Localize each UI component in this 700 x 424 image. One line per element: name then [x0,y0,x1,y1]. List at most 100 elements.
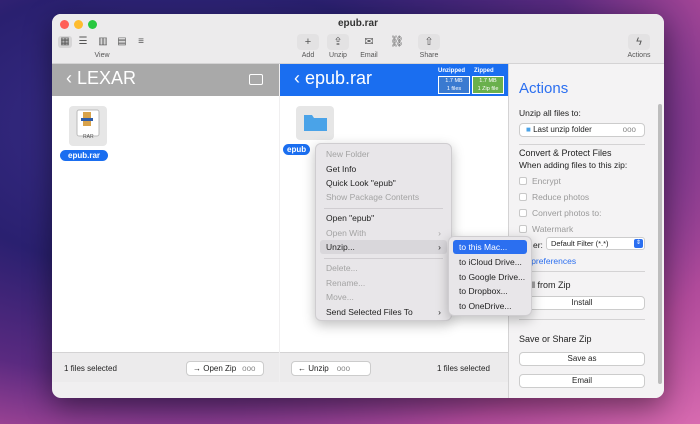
filter-value: Default Filter (*.*) [551,239,609,248]
back-lexar-button[interactable]: ‹ LEXAR [66,68,136,89]
encrypt-checkbox[interactable]: Encrypt [519,176,561,186]
chevron-right-icon: › [438,307,441,317]
folder-item[interactable] [296,106,334,140]
when-adding-label: When adding files to this zip: [519,160,628,170]
left-pane: ‹ LEXAR RAR epub.rar 1 files selected → … [52,64,279,382]
email-button[interactable]: ✉ [358,34,380,50]
menu-item-move[interactable]: Move... [320,290,447,304]
menu-item-send-to[interactable]: Send Selected Files To › [320,305,447,319]
submenu-to-onedrive[interactable]: to OneDrive... [453,299,527,313]
submenu-to-google-drive[interactable]: to Google Drive... [453,270,527,284]
menu-item-quick-look[interactable]: Quick Look "epub" [320,176,447,190]
link-button[interactable]: ⛓ [386,34,408,50]
add-label: Add [301,52,315,59]
title-bar: epub.rar ▦ ☰ ▥ ▤ ≡ View + Add ⇪ Unzip ✉ … [52,14,664,64]
menu-item-show-package[interactable]: Show Package Contents [320,190,447,204]
unzip-footer-button[interactable]: ← Unzip ooo [291,361,371,376]
rar-file-icon[interactable]: RAR [69,106,107,146]
last-folder-label: Last unzip folder [533,125,592,134]
more-icon[interactable]: ooo [242,364,255,373]
reduce-photos-checkbox[interactable]: Reduce photos [519,192,589,202]
unzip-toolbar-button[interactable]: ⇪ [327,34,349,50]
right-status-text: 1 files selected [437,364,490,373]
menu-item-unzip[interactable]: Unzip... › [320,240,447,254]
share-title: Save or Share Zip [519,334,592,344]
column-view-icon[interactable]: ▥ [96,36,110,48]
save-as-button[interactable]: Save as [519,352,645,366]
left-status-text: 1 files selected [64,364,117,373]
divider [519,271,645,272]
actions-scrollbar[interactable] [658,104,662,384]
right-pane-header: ‹ epub.rar Unzipped Zipped 1.7 MB 1 file… [280,64,508,96]
open-zip-button[interactable]: → Open Zip ooo [186,361,264,376]
share-button[interactable]: ⇧ [418,34,440,50]
submenu-to-icloud[interactable]: to iCloud Drive... [453,255,527,269]
zipped-size: 1.7 MB [479,78,497,84]
back-archive-button[interactable]: ‹ epub.rar [294,68,372,89]
zipped-files: 1 Zip file [477,86,499,92]
folder-icon [304,115,327,131]
filter-label: er: [533,240,543,250]
arrow-left-icon: ← [298,364,309,373]
right-pane-footer: ← Unzip ooo 1 files selected [280,352,508,382]
menu-item-new-folder[interactable]: New Folder [320,147,447,161]
actions-label: Actions [627,52,651,59]
install-button[interactable]: Install [519,296,645,310]
chevron-right-icon: › [438,242,441,252]
unzip-submenu: to this Mac... to iCloud Drive... to Goo… [448,236,532,316]
unzip-label: Unzip [329,52,347,59]
tree-view-icon[interactable]: ≡ [134,36,148,48]
unzip-all-label: Unzip all files to: [519,108,581,118]
menu-item-get-info[interactable]: Get Info [320,162,447,176]
icon-view-icon[interactable]: ▦ [58,36,72,48]
arrow-right-icon: → [193,364,204,373]
actions-title: Actions [519,80,569,97]
share-icon: ⇧ [424,36,434,48]
menu-item-open[interactable]: Open "epub" [320,211,447,225]
left-pane-footer: 1 files selected → Open Zip ooo [52,352,279,382]
unzipped-label: Unzipped [438,68,465,74]
size-stats: Unzipped Zipped 1.7 MB 1 files 1.7 MB 1 … [438,68,504,94]
envelope-icon: ✉ [364,36,374,48]
bolt-icon: ϟ [636,36,642,48]
watermark-checkbox[interactable]: Watermark [519,224,573,234]
email-action-button[interactable]: Email [519,374,645,388]
select-stepper-icon: ⇕ [634,239,643,248]
sidebar-toggle-icon[interactable] [249,74,263,85]
unzipped-files: 1 files [446,86,462,92]
divider [519,319,645,320]
last-unzip-folder-button[interactable]: ■ Last unzip folder ooo [519,123,645,137]
menu-item-delete[interactable]: Delete... [320,261,447,275]
list-view-icon[interactable]: ☰ [76,36,90,48]
window-title: epub.rar [337,18,378,29]
context-menu: New Folder Get Info Quick Look "epub" Sh… [315,143,452,321]
selected-folder-label[interactable]: epub [283,144,311,155]
gallery-view-icon[interactable]: ▤ [115,36,129,48]
convert-photos-checkbox[interactable]: Convert photos to: [519,208,601,218]
unzip-icon: ⇪ [333,36,343,48]
unzip-footer-label: Unzip [308,364,329,373]
link-icon: ⛓ [390,36,404,48]
actions-button[interactable]: ϟ [628,34,650,50]
chevron-right-icon: › [438,228,441,238]
right-pane-title: epub.rar [305,68,373,88]
open-zip-label: Open Zip [203,364,237,373]
left-pane-body: RAR epub.rar [52,96,279,356]
menu-separator [324,258,443,259]
share-label: Share [419,52,439,59]
chevron-left-icon: ‹ [66,68,77,88]
more-icon[interactable]: ooo [623,124,636,136]
add-button[interactable]: + [297,34,319,50]
menu-item-rename[interactable]: Rename... [320,276,447,290]
left-pane-title: LEXAR [77,68,137,88]
rar-archive-icon [76,109,100,137]
filter-select[interactable]: Default Filter (*.*) ⇕ [546,237,645,250]
submenu-to-dropbox[interactable]: to Dropbox... [453,284,527,298]
email-label: Email [360,52,378,59]
selected-file-label[interactable]: epub.rar [60,150,109,161]
menu-item-open-with[interactable]: Open With › [320,226,447,240]
more-icon[interactable]: ooo [337,364,350,373]
preferences-link[interactable]: r preferences [526,256,576,266]
submenu-to-mac[interactable]: to this Mac... [453,240,527,254]
convert-title: Convert & Protect Files [519,148,612,158]
